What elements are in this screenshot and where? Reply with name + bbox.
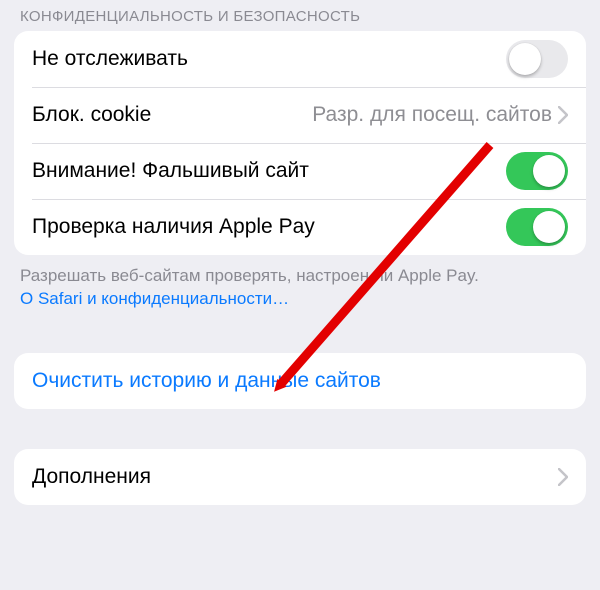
- label-clear-history: Очистить историю и данные сайтов: [32, 369, 381, 393]
- value-block-cookie: Разр. для посещ. сайтов: [312, 103, 552, 127]
- row-extras[interactable]: Дополнения: [14, 449, 586, 505]
- toggle-apple-pay-check[interactable]: [506, 208, 568, 246]
- settings-group-clear: Очистить историю и данные сайтов: [14, 353, 586, 409]
- row-do-not-track[interactable]: Не отслеживать: [14, 31, 586, 87]
- row-clear-history[interactable]: Очистить историю и данные сайтов: [14, 353, 586, 409]
- label-block-cookie: Блок. cookie: [32, 103, 151, 127]
- row-apple-pay-check[interactable]: Проверка наличия Apple Pay: [14, 199, 586, 255]
- settings-group-extras: Дополнения: [14, 449, 586, 505]
- chevron-right-icon: [558, 468, 568, 486]
- toggle-knob: [533, 155, 565, 187]
- label-apple-pay-check: Проверка наличия Apple Pay: [32, 215, 315, 239]
- section-footer-privacy: Разрешать веб-сайтам проверять, настроен…: [0, 255, 600, 311]
- toggle-knob: [533, 211, 565, 243]
- toggle-fraud-warning[interactable]: [506, 152, 568, 190]
- label-extras: Дополнения: [32, 465, 151, 489]
- label-fraud-warning: Внимание! Фальшивый сайт: [32, 159, 309, 183]
- row-block-cookie[interactable]: Блок. cookie Разр. для посещ. сайтов: [14, 87, 586, 143]
- chevron-right-icon: [558, 106, 568, 124]
- footer-text: Разрешать веб-сайтам проверять, настроен…: [20, 266, 479, 285]
- settings-group-privacy: Не отслеживать Блок. cookie Разр. для по…: [14, 31, 586, 255]
- label-do-not-track: Не отслеживать: [32, 47, 188, 71]
- row-fraud-warning[interactable]: Внимание! Фальшивый сайт: [14, 143, 586, 199]
- section-header-privacy: КОНФИДЕНЦИАЛЬНОСТЬ И БЕЗОПАСНОСТЬ: [0, 0, 600, 31]
- toggle-do-not-track[interactable]: [506, 40, 568, 78]
- about-safari-privacy-link[interactable]: О Safari и конфиденциальности…: [20, 289, 289, 308]
- toggle-knob: [509, 43, 541, 75]
